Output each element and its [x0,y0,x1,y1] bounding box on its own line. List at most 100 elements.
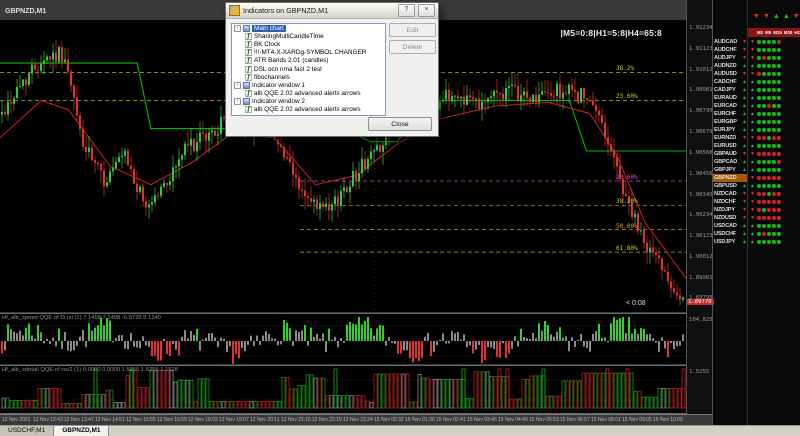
window-divider[interactable] [0,313,712,314]
indicator-window-2[interactable]: Hf_alb_sdetail QQE of rso2 (1) 0.0000 0.… [0,366,686,413]
up-arrow-icon: ▲ [750,158,755,165]
window-divider[interactable] [0,365,712,366]
symbol-row-audnzd[interactable]: AUDNZD ▲ [713,62,748,70]
chart-tab-gbpnzd-m1[interactable]: GBPNZD,M1 [54,426,110,436]
tree-group-row[interactable]: - Indicator window 2 [232,98,385,106]
tree-indicator-row[interactable]: f DSL ocn nma fast 2 test [232,65,385,73]
help-icon[interactable]: ? [398,4,415,17]
tree-group-row[interactable]: - Indicator window 1 [232,81,385,89]
symbol-name: NZDUSD [714,215,737,221]
symbol-name: NZDCHF [714,199,736,205]
tree-indicator-row[interactable]: f SharingMultiCandleTime [232,32,385,40]
symbol-row-eurchf[interactable]: EURCHF ▲ [713,110,748,118]
symbol-row-gbpnzd[interactable]: GBPNZD ▼ [713,174,748,182]
tree-expander-icon[interactable]: - [234,81,241,89]
down-arrow-icon: ▼ [750,46,755,53]
signal-dot-icon [762,88,766,92]
symbol-name: GBPNZD [714,175,737,181]
symbol-row-audchf[interactable]: AUDCHF ▼ [713,46,748,54]
signal-dot-icon [762,120,766,124]
symbol-row-cadjpy[interactable]: CADJPY ▲ [713,86,748,94]
symbol-row-gbpcad[interactable]: GBPCAD ▲ [713,158,748,166]
up-arrow-icon: ▲ [750,126,755,133]
indicator2-label: Hf_alb_sdetail QQE of rso2 (1) 0.0000 0.… [2,367,178,373]
tree-indicator-label: fibochannels [254,73,290,81]
chart-tab-usdchf-m1[interactable]: USDCHF,M1 [0,426,55,436]
symbol-row-nzdchf[interactable]: NZDCHF ▼ [713,198,748,206]
symbol-name: USDCHF [714,231,737,237]
signal-dot-icon [762,208,766,212]
delete-button[interactable]: Delete [389,40,436,54]
signal-dot-icon [767,200,771,204]
symbol-name: CADJPY [714,87,736,93]
close-icon[interactable]: × [418,4,435,17]
symbol-row-eurusd[interactable]: EURUSD ▲ [713,142,748,150]
symbol-name: CADCHF [714,79,737,85]
dashboard-row-gbpjpy: ▲ [748,166,800,174]
indicator-window-1[interactable]: Hf_alb_speed QQE of f3 rsi (1) 7.1408 7.… [0,314,686,364]
dashboard-row-euraud: ▲ [748,94,800,102]
time-axis-label: 15 Nov 02:41 [436,417,466,423]
up-arrow-icon: ▲ [750,166,755,173]
symbol-row-eurgbp[interactable]: EURGBP ▲ [713,118,748,126]
symbol-row-eurcad[interactable]: EURCAD ▲ [713,102,748,110]
symbol-row-nzdjpy[interactable]: NZDJPY ▼ [713,206,748,214]
symbol-name: EURGBP [714,119,737,125]
time-axis-label: 12 Nov 2021 [2,417,31,423]
tree-indicator-row[interactable]: f fibochannels [232,73,385,81]
symbol-row-nzdusd[interactable]: NZDUSD ▼ [713,214,748,222]
symbol-row-audjpy[interactable]: AUDJPY ▼ [713,54,748,62]
tree-indicator-row[interactable]: f alb QQE 2.02 advanced alerts arrows [232,106,385,114]
symbol-row-gbpaud[interactable]: GBPAUD ▼ [713,150,748,158]
tree-indicator-row[interactable]: f ATR Bands 2.01 (candles) [232,57,385,65]
symbol-name: EURNZD [714,135,737,141]
tree-indicator-row[interactable]: f !!!-MT4-X-XARDg-SYMBOL CHANGER [232,49,385,57]
symbol-row-cadchf[interactable]: CADCHF ▲ [713,78,748,86]
down-arrow-icon: ▼ [750,150,755,157]
tree-indicator-label: ATR Bands 2.01 (candles) [254,57,329,65]
symbol-row-usdjpy[interactable]: USDJPY ▲ [713,238,748,246]
price-axis[interactable]: 1.89770 1.91234 1.91123 1.91012 1.90901 1.90… [686,0,716,414]
symbol-row-euraud[interactable]: EURAUD ▲ [713,94,748,102]
up-arrow-icon: ▲ [750,142,755,149]
price-axis-label: 1.90012 [689,253,713,260]
tree-expander-icon[interactable]: - [234,24,241,32]
down-arrow-icon: ▼ [750,38,755,45]
signal-dot-icon [772,112,776,116]
edit-button[interactable]: Edit [389,23,436,37]
time-axis-label: 12 Nov 12:43 [33,417,63,423]
tree-indicator-label: DSL ocn nma fast 2 test [254,65,322,73]
signal-dot-icon [772,232,776,236]
signal-dot-icon [767,88,771,92]
dashboard-header: M1 M5 M15 M30 H1 [748,28,800,37]
symbol-row-gbpjpy[interactable]: GBPJPY ▲ [713,166,748,174]
tree-indicator-row[interactable]: f alb QQE 2.02 advanced alerts arrows [232,90,385,98]
signal-dot-icon [762,104,766,108]
dialog-titlebar[interactable]: Indicators on GBPNZD,M1 ? × [226,3,438,19]
dashboard-row-eurjpy: ▲ [748,126,800,134]
signal-dot-icon [777,176,781,180]
up-arrow-icon: ▲ [750,118,755,125]
close-button[interactable]: Close [368,117,432,131]
symbol-row-gbpusd[interactable]: GBPUSD ▲ [713,182,748,190]
indicator-function-icon: f [245,32,252,40]
time-axis-label: 12 Nov 16:59 [157,417,187,423]
dashboard-row-cadchf: ▲ [748,78,800,86]
symbol-row-eurjpy[interactable]: EURJPY ▲ [713,126,748,134]
symbol-row-audusd[interactable]: AUDUSD ▼ [713,70,748,78]
time-axis-label: 15 Nov 06:57 [560,417,590,423]
fib-level-label: 23.60% [616,93,638,101]
indicator-tree[interactable]: - Main chart f SharingMultiCandleTime f BK Cl… [231,23,386,116]
tree-indicator-row[interactable]: f BK Clock [232,40,385,48]
tree-group-row[interactable]: - Main chart [232,24,385,32]
symbol-row-audcad[interactable]: AUDCAD ▼ [713,38,748,46]
symbol-row-eurnzd[interactable]: EURNZD ▼ [713,134,748,142]
signal-dot-icon [762,232,766,236]
signal-dot-icon [772,120,776,124]
signal-dot-icon [762,72,766,76]
symbol-row-nzdcad[interactable]: NZDCAD ▼ [713,190,748,198]
tree-expander-icon[interactable]: - [234,98,241,106]
symbol-row-usdchf[interactable]: USDCHF ▲ [713,230,748,238]
symbol-row-usdcad[interactable]: USDCAD ▲ [713,222,748,230]
signal-dot-icon [772,240,776,244]
